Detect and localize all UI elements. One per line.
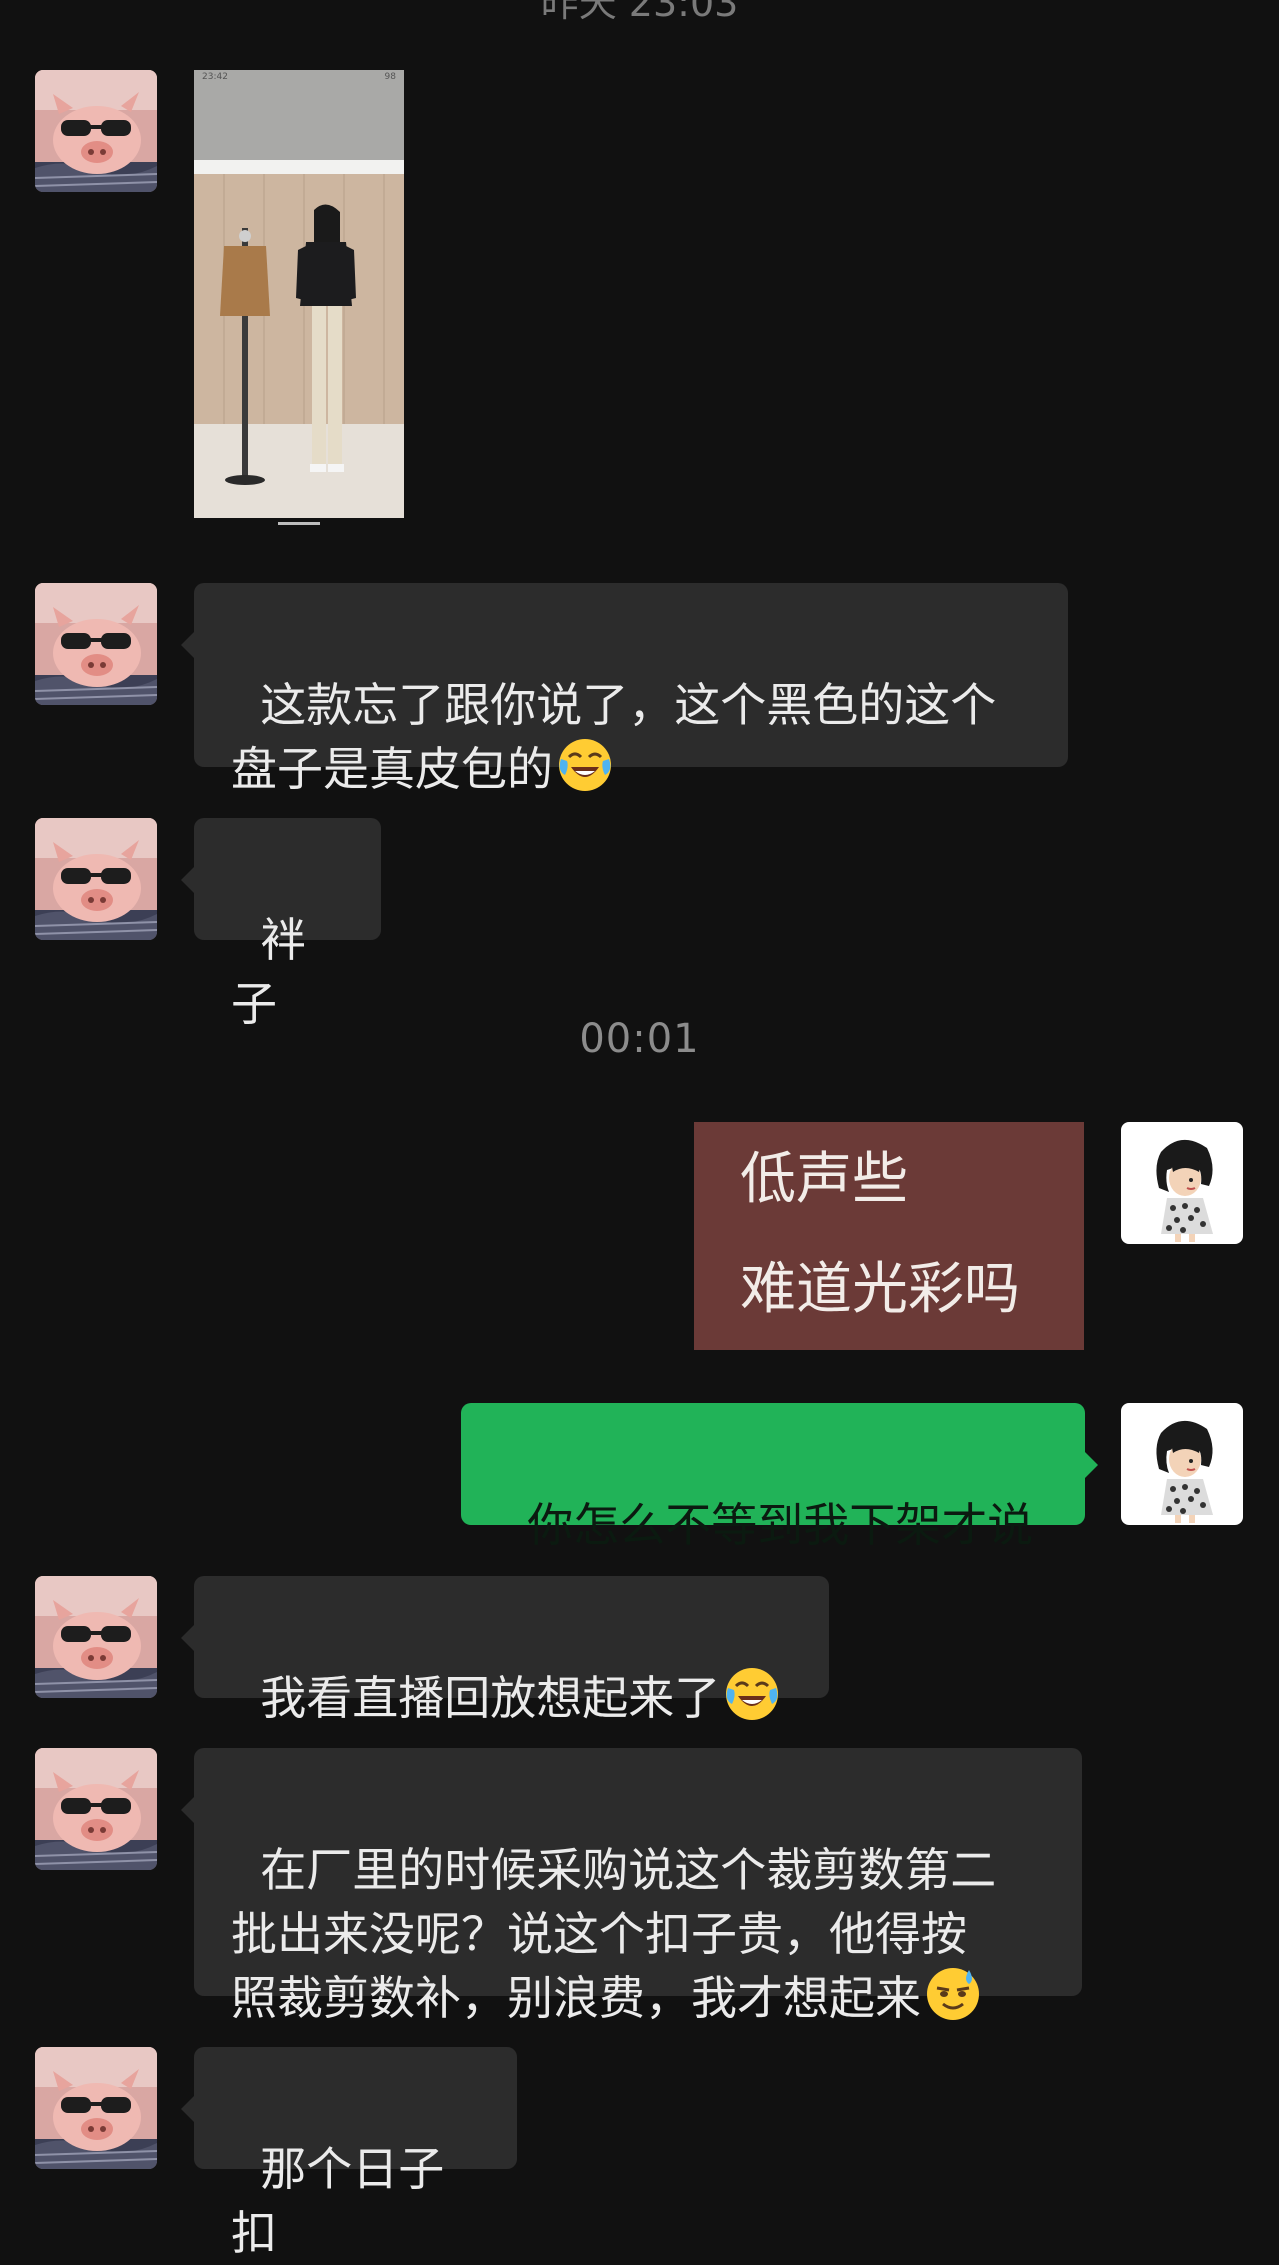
contact-avatar[interactable] — [35, 1748, 157, 1870]
cartoon-girl-avatar-icon — [1121, 1403, 1243, 1525]
contact-avatar[interactable] — [35, 818, 157, 940]
pig-with-sunglasses-avatar-icon — [35, 583, 157, 705]
video-message-thumbnail[interactable]: 23:42 98 — [194, 70, 404, 518]
video-progress-indicator — [278, 522, 320, 525]
contact-avatar[interactable] — [35, 1576, 157, 1698]
sweat-smile-emoji-icon — [925, 1966, 981, 2022]
cartoon-girl-avatar-icon — [1121, 1122, 1243, 1244]
pig-with-sunglasses-avatar-icon — [35, 70, 157, 192]
contact-avatar[interactable] — [35, 2047, 157, 2169]
pig-with-sunglasses-avatar-icon — [35, 1748, 157, 1870]
contact-avatar[interactable] — [35, 70, 157, 192]
message-bubble-incoming[interactable]: 我看直播回放想起来了 — [181, 1576, 829, 1725]
message-text: 这款忘了跟你说了，这个黑色的这个 盘子是真皮包的 — [231, 678, 997, 796]
video-status-battery: 98 — [384, 72, 396, 82]
timestamp-top: 昨天 23:03 — [540, 0, 739, 25]
video-thumbnail-image — [194, 70, 404, 518]
sticker-text-line-1: 低声些 — [740, 1147, 908, 1212]
self-avatar[interactable] — [1121, 1122, 1243, 1244]
pig-with-sunglasses-avatar-icon — [35, 818, 157, 940]
video-status-time: 23:42 — [202, 72, 228, 82]
pig-with-sunglasses-avatar-icon — [35, 2047, 157, 2169]
message-text: 在厂里的时候采购说这个裁剪数第二 批出来没呢？说这个扣子贵，他得按 照裁剪数补，… — [231, 1843, 997, 2025]
message-text: 我看直播回放想起来了 — [260, 1671, 721, 1725]
timestamp-middle: 00:01 — [579, 1016, 700, 1062]
message-bubble-incoming[interactable]: 袢子 — [181, 818, 381, 1031]
message-bubble-incoming[interactable]: 这款忘了跟你说了，这个黑色的这个 盘子是真皮包的 — [181, 583, 1068, 796]
crying-laughing-emoji-icon — [724, 1666, 780, 1722]
message-bubble-outgoing[interactable]: 你怎么不等到我下架才说 — [461, 1403, 1098, 1552]
sticker-text-line-2: 难道光彩吗 — [740, 1257, 1020, 1322]
pig-with-sunglasses-avatar-icon — [35, 1576, 157, 1698]
message-bubble-incoming[interactable]: 在厂里的时候采购说这个裁剪数第二 批出来没呢？说这个扣子贵，他得按 照裁剪数补，… — [181, 1748, 1082, 2025]
contact-avatar[interactable] — [35, 583, 157, 705]
message-text: 那个日子扣 — [231, 2142, 445, 2260]
self-avatar[interactable] — [1121, 1403, 1243, 1525]
message-text: 袢子 — [231, 913, 307, 1031]
crying-laughing-emoji-icon — [557, 737, 613, 793]
message-bubble-incoming[interactable]: 那个日子扣 — [181, 2047, 517, 2260]
sticker-message[interactable]: 低声些 难道光彩吗 — [694, 1122, 1084, 1350]
message-text: 你怎么不等到我下架才说 — [527, 1498, 1034, 1552]
